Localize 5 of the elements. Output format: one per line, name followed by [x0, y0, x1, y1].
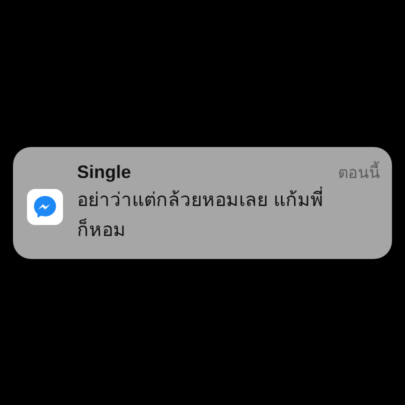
notification-time: ตอนนี้ — [338, 162, 380, 186]
notification-title: Single — [77, 161, 132, 184]
notification-message: อย่าว่าแต่กล้วยหอมเลย แก้มพี่ก็หอม — [77, 186, 333, 246]
notification-card[interactable]: Single ตอนนี้ อย่าว่าแต่กล้วยหอมเลย แก้มพี่ก็หอม — [13, 146, 392, 258]
chat-bubble-app-icon — [27, 188, 63, 224]
